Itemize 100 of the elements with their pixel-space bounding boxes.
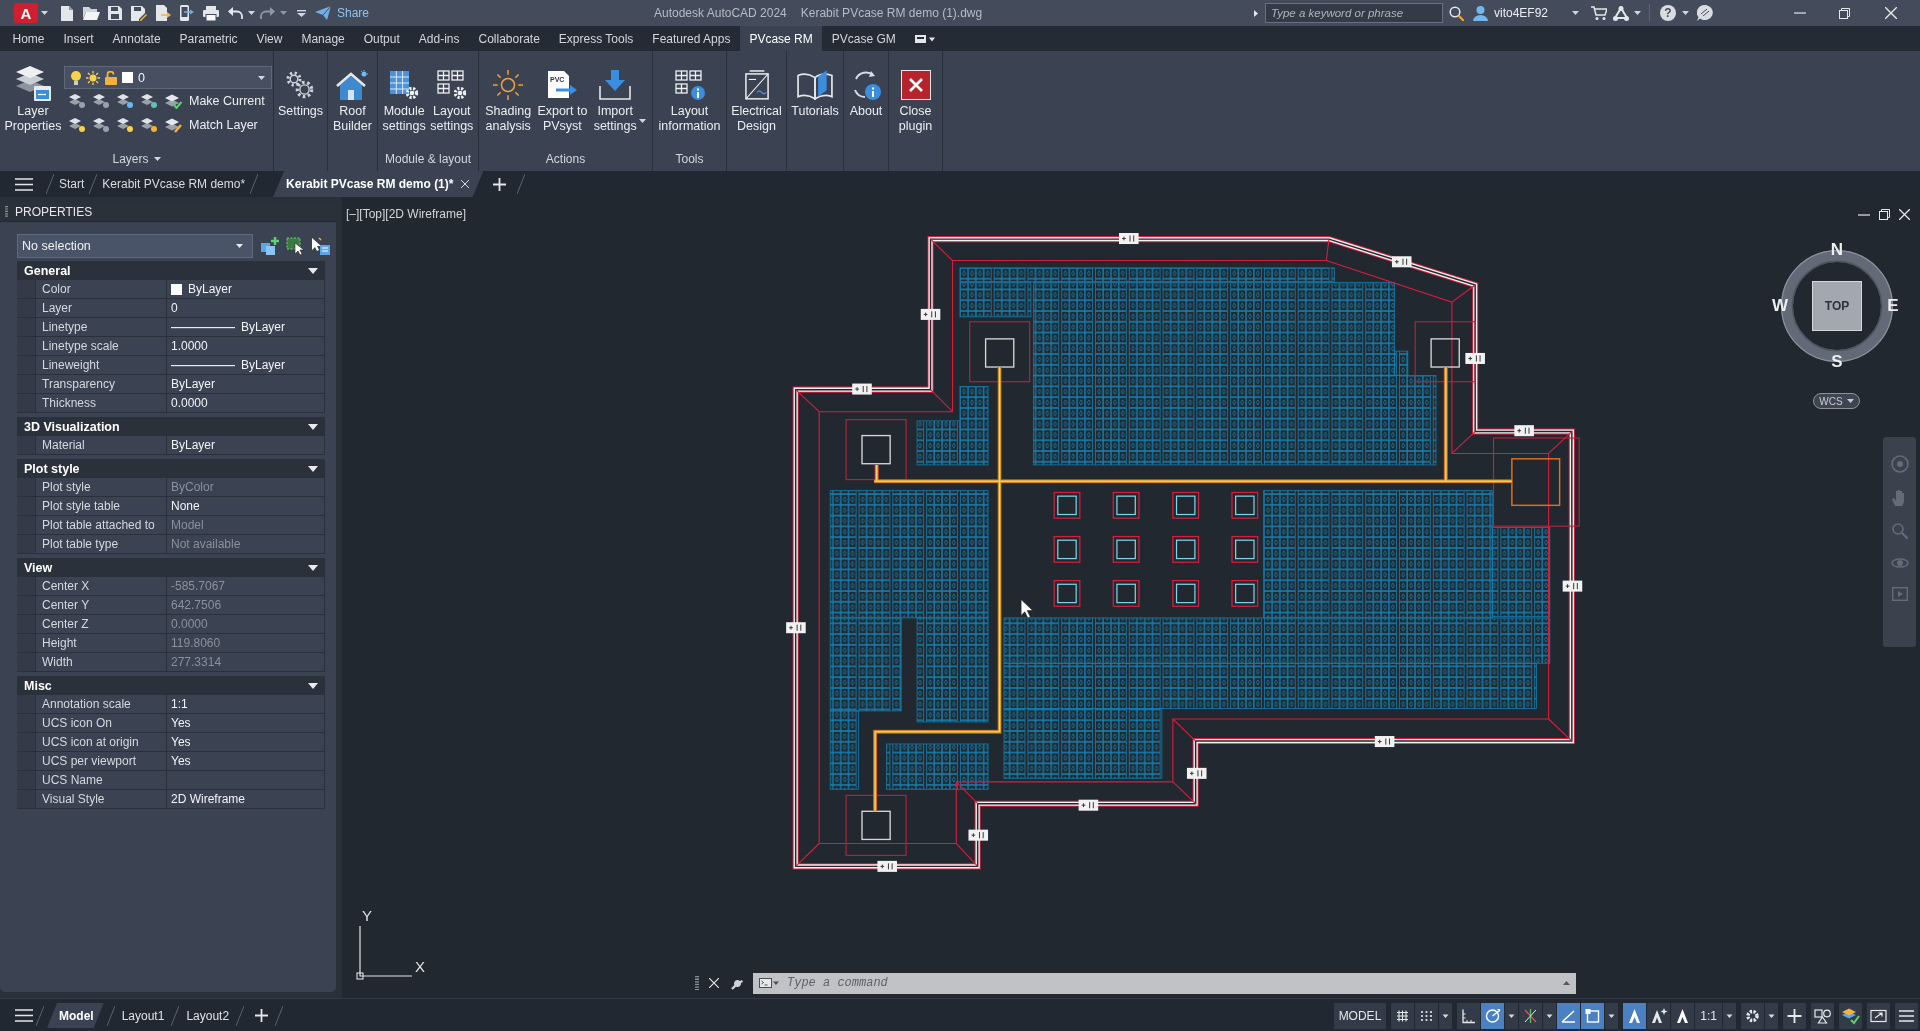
layout-information-button[interactable]: Layout information [658, 70, 721, 133]
figure-icon[interactable] [1671, 1002, 1695, 1029]
make-current-button[interactable]: Make Current [165, 93, 265, 109]
layer-stack-icon[interactable] [93, 118, 109, 132]
cart-icon[interactable] [1591, 6, 1608, 20]
command-prompt-icon[interactable] [759, 978, 779, 988]
property-row[interactable]: Layer 0 [17, 299, 325, 318]
layer-stack-icon[interactable] [117, 94, 133, 108]
phone-arrow-icon[interactable] [180, 5, 194, 21]
property-value[interactable]: ByLayer [241, 320, 286, 334]
property-row[interactable]: Linetype scale 1.0000 [17, 337, 325, 356]
caret-icon[interactable] [1572, 11, 1580, 15]
printer-icon[interactable] [203, 5, 219, 21]
ribbon-tab[interactable]: Insert [54, 26, 104, 51]
property-row[interactable]: Linetype ByLayer [17, 318, 325, 337]
file-tab[interactable]: Start [59, 171, 85, 197]
file-tab[interactable]: Kerabit PVcase RM demo* [102, 171, 246, 197]
property-row[interactable]: Visual Style 2D Wireframe [17, 790, 325, 809]
property-value[interactable]: None [171, 499, 200, 513]
import-settings-button[interactable]: Import settings [593, 70, 646, 133]
plus-icon[interactable] [1783, 1002, 1806, 1029]
property-value[interactable]: Yes [171, 754, 191, 768]
rectangle-caret-icon[interactable] [915, 34, 936, 43]
compass-direction[interactable]: E [1885, 297, 1901, 314]
save-as-icon[interactable] [131, 5, 147, 21]
square-snap-icon[interactable] [1581, 1002, 1605, 1029]
ribbon-tab[interactable]: PVcase GM [822, 26, 906, 51]
quick-select-icon[interactable] [261, 237, 280, 255]
property-row[interactable]: UCS icon at origin Yes [17, 733, 325, 752]
figure-icon[interactable] [1623, 1002, 1647, 1029]
caret-icon[interactable] [308, 267, 318, 274]
caret-icon[interactable] [40, 11, 48, 15]
settings-button[interactable]: Settings [277, 70, 324, 119]
property-value[interactable]: 0.0000 [171, 396, 208, 410]
property-value[interactable]: ByLayer [241, 358, 286, 372]
dot-grid-icon[interactable] [1415, 1002, 1439, 1029]
new-file-icon[interactable] [61, 5, 73, 21]
property-value[interactable]: 1:1 [171, 697, 188, 711]
section-header[interactable]: View [17, 558, 325, 577]
viewport-label[interactable]: [–][Top][2D Wireframe] [346, 207, 467, 221]
caret-icon[interactable] [1765, 1002, 1778, 1029]
property-row[interactable]: Material ByLayer [17, 436, 325, 455]
ribbon-tab[interactable]: Collaborate [469, 26, 550, 51]
compass-direction[interactable]: N [1829, 241, 1845, 258]
section-header[interactable]: 3D Visualization [17, 417, 325, 436]
property-row[interactable]: UCS Name [17, 771, 325, 790]
file-tab[interactable]: Kerabit PVcase RM demo (1)* [273, 171, 484, 197]
tutorials-button[interactable]: Tutorials [791, 70, 839, 119]
layout-tab[interactable]: Model [47, 1003, 104, 1028]
crossed-lines-icon[interactable] [1519, 1002, 1543, 1029]
layer-dropdown[interactable]: 0 [64, 66, 272, 89]
property-value[interactable]: Yes [171, 716, 191, 730]
grid-icon[interactable] [1391, 1002, 1415, 1029]
chat-bubble-icon[interactable] [1697, 5, 1714, 21]
folder-icon[interactable] [82, 6, 100, 20]
redo-icon[interactable] [259, 7, 275, 19]
layer-stack-icon[interactable] [141, 94, 157, 108]
app-logo[interactable]: A [14, 3, 38, 23]
roof-builder-button[interactable]: Roof Builder [333, 70, 372, 133]
layer-properties-button[interactable]: Layer Properties [5, 66, 61, 133]
document-arrow-icon[interactable] [155, 5, 171, 21]
caret-icon[interactable] [308, 423, 318, 430]
section-header[interactable]: Misc [17, 676, 325, 695]
ribbon-tab[interactable]: Output [354, 26, 410, 51]
user-name[interactable]: vito4EF92 [1494, 6, 1549, 20]
property-row[interactable]: Transparency ByLayer [17, 375, 325, 394]
menu-icon[interactable] [15, 1009, 33, 1022]
layout-settings-button[interactable]: Layout settings [430, 70, 474, 133]
viewcube-face[interactable]: TOP [1812, 281, 1862, 331]
cursor-list-icon[interactable] [311, 237, 330, 255]
electrical-design-button[interactable]: Electrical Design [731, 70, 782, 133]
module-settings-button[interactable]: Module settings [382, 70, 426, 133]
property-row[interactable]: UCS per viewport Yes [17, 752, 325, 771]
ribbon-tab[interactable]: View [247, 26, 292, 51]
caret-icon[interactable] [308, 465, 318, 472]
network-triangle-icon[interactable] [1613, 5, 1630, 21]
property-value[interactable]: 1.0000 [171, 339, 208, 353]
annotation-scale-button[interactable]: 1:1 [1695, 1002, 1722, 1029]
caret-icon[interactable] [638, 119, 646, 123]
dashed-square-cursor-icon[interactable] [286, 237, 305, 255]
caret-icon[interactable] [1543, 1002, 1557, 1029]
restore-icon[interactable] [1839, 7, 1851, 19]
section-header[interactable]: Plot style [17, 459, 325, 478]
layer-stack-icon[interactable] [69, 118, 85, 132]
close-icon[interactable] [1885, 7, 1898, 19]
caret-icon[interactable] [1254, 9, 1258, 17]
caret-icon[interactable] [1634, 11, 1642, 15]
layer-stack-icon[interactable] [117, 118, 133, 132]
property-row[interactable]: UCS icon On Yes [17, 714, 325, 733]
layout-tab[interactable]: Layout1 [117, 1003, 169, 1028]
caret-icon[interactable] [247, 11, 255, 15]
close-icon[interactable] [1899, 209, 1910, 220]
caret-icon[interactable] [236, 244, 243, 248]
right-angle-icon[interactable] [1457, 1002, 1481, 1029]
ribbon-tab[interactable]: Home [3, 26, 54, 51]
fullscreen-icon[interactable] [1867, 1002, 1890, 1029]
caret-icon[interactable] [1605, 1002, 1619, 1029]
customize-caret-icon[interactable] [296, 9, 306, 17]
layer-stack-icon[interactable] [141, 118, 157, 132]
property-value[interactable]: 0 [171, 301, 178, 315]
